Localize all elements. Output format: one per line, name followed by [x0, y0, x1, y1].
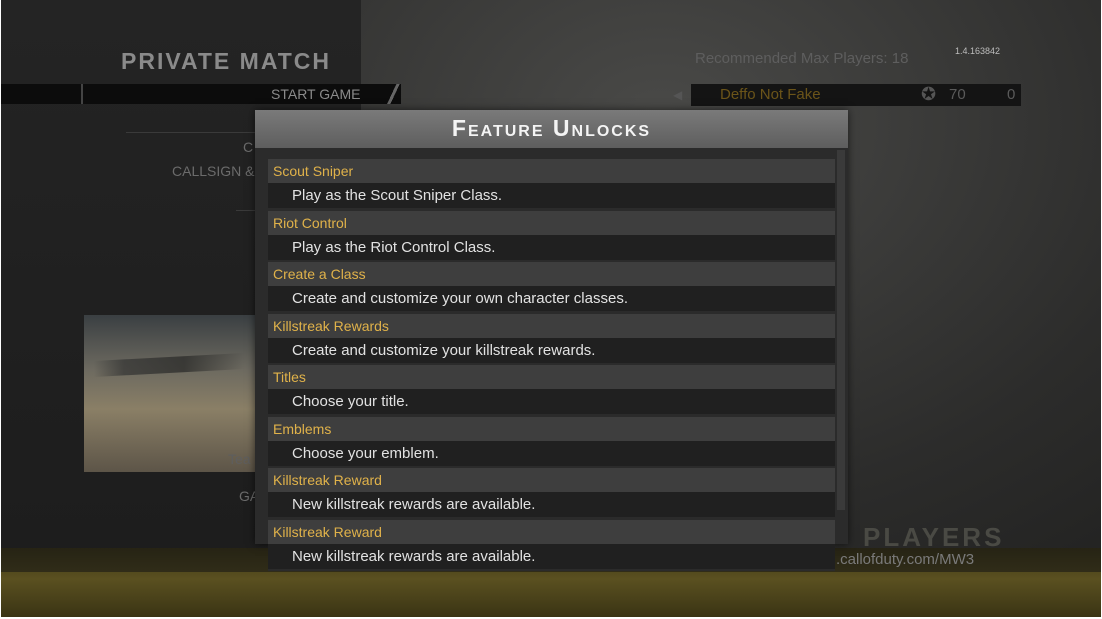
rank-emblem-icon: ✪ — [921, 84, 937, 104]
plane-image — [94, 353, 244, 377]
player-rank: 70 — [949, 86, 966, 103]
player-name: Deffo Not Fake — [720, 86, 821, 103]
speaker-icon: ◀ — [673, 88, 683, 102]
game-screen: PRIVATE MATCH START GAME Recommended Max… — [1, 0, 1101, 617]
unlock-item-title: Killstreak Reward — [268, 519, 835, 544]
unlock-item: Create a Class Create and customize your … — [268, 262, 835, 314]
feature-unlocks-dialog: Feature Unlocks Scout Sniper Play as the … — [255, 110, 848, 571]
menu-bar-divider — [81, 84, 83, 104]
divider — [126, 132, 266, 133]
private-match-title: PRIVATE MATCH — [121, 48, 331, 74]
player-score: 0 — [1007, 86, 1016, 103]
unlock-item: Killstreak Reward New killstreak rewards … — [268, 468, 835, 520]
map-preview-image — [84, 315, 264, 472]
website-url: .callofduty.com/MW3 — [836, 551, 975, 568]
unlock-item: Emblems Choose your emblem. — [268, 416, 835, 468]
callsign-menu-item[interactable]: CALLSIGN & — [172, 163, 254, 179]
dialog-title: Feature Unlocks — [451, 115, 652, 141]
unlock-item-description: Choose your emblem. — [268, 440, 835, 466]
unlock-item-description: Create and customize your own character … — [268, 286, 835, 311]
slash-decoration — [385, 84, 401, 104]
version-number: 1.4.163842 — [955, 46, 1001, 56]
unlock-item: Titles Choose your title. — [268, 365, 835, 417]
unlock-item: Killstreak Rewards Create and customize y… — [268, 313, 835, 365]
dialog-header: Feature Unlocks — [255, 110, 848, 148]
unlock-item-title: Scout Sniper — [268, 159, 835, 183]
unlock-item-description: New killstreak rewards are available. — [268, 492, 835, 517]
team-label-partial: Tea — [228, 451, 251, 467]
unlock-item: Scout Sniper Play as the Scout Sniper Cla… — [268, 159, 835, 211]
unlock-item-title: Titles — [268, 365, 835, 389]
scrollbar[interactable] — [837, 150, 845, 510]
unlock-item-description: New killstreak rewards are available. — [268, 543, 835, 569]
unlock-item-description: Play as the Scout Sniper Class. — [268, 183, 835, 208]
recommended-max-players: Recommended Max Players: 18 — [695, 50, 909, 67]
unlock-item-title: Riot Control — [268, 210, 835, 235]
item-separator — [268, 568, 835, 571]
players-label: PLAYERS — [863, 522, 1005, 552]
menu-item-partial[interactable]: C — [243, 139, 253, 155]
unlock-list: Scout Sniper Play as the Scout Sniper Cla… — [268, 159, 835, 571]
unlock-item: Killstreak Reward New killstreak rewards … — [268, 519, 835, 571]
unlock-item-description: Play as the Riot Control Class. — [268, 234, 835, 260]
unlock-item-description: Create and customize your killstreak rew… — [268, 337, 835, 363]
start-game-button[interactable]: START GAME — [271, 86, 360, 102]
unlock-item-title: Create a Class — [268, 262, 835, 286]
unlock-item-title: Killstreak Rewards — [268, 313, 835, 338]
unlock-item-description: Choose your title. — [268, 389, 835, 414]
unlock-item: Riot Control Play as the Riot Control Cla… — [268, 210, 835, 262]
unlock-item-title: Emblems — [268, 416, 835, 441]
unlock-item-title: Killstreak Reward — [268, 468, 835, 492]
